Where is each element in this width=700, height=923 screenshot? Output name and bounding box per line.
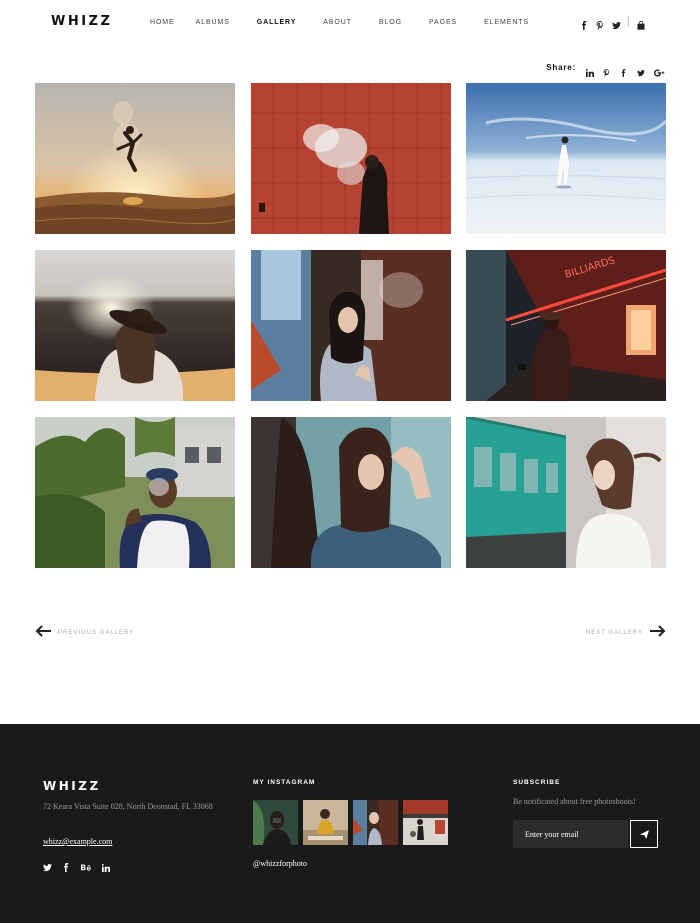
- footer-social: [43, 859, 111, 872]
- arrow-left-icon: [35, 624, 52, 642]
- salt-flat-photo[interactable]: [466, 83, 666, 234]
- shopping-bag-icon[interactable]: [637, 17, 645, 30]
- instagram-thumb[interactable]: [353, 800, 398, 845]
- next-gallery-label: NEXT GALLERY: [585, 630, 643, 636]
- nav-gallery[interactable]: GALLERY: [257, 19, 297, 26]
- share-bar: Share:: [546, 63, 665, 77]
- footer-logo[interactable]: WHIZZ: [43, 779, 101, 793]
- site-header: WHIZZ HOME ALBUMS GALLERY ABOUT BLOG PAG…: [0, 0, 700, 48]
- previous-gallery-link[interactable]: PREVIOUS GALLERY: [35, 624, 134, 642]
- header-icons: [580, 17, 645, 30]
- nav-blog[interactable]: BLOG: [379, 19, 402, 26]
- woman-brunette-photo[interactable]: [251, 417, 451, 568]
- instagram-feed: [253, 800, 448, 845]
- share-label: Share:: [546, 63, 576, 72]
- sunset-hat-photo[interactable]: [35, 250, 235, 401]
- neon-street-photo[interactable]: BILLIARDS: [466, 250, 666, 401]
- pinterest-icon[interactable]: [603, 64, 610, 77]
- linkedin-icon[interactable]: [585, 64, 594, 77]
- instagram-handle[interactable]: @whizzforphoto: [253, 859, 307, 868]
- desert-jump-photo[interactable]: [35, 83, 235, 234]
- google-plus-icon[interactable]: [654, 64, 665, 76]
- subscribe-title: SUBSCRIBE: [513, 779, 561, 786]
- behance-icon[interactable]: [81, 859, 92, 871]
- linkedin-icon[interactable]: [101, 859, 111, 872]
- twitter-icon[interactable]: [637, 64, 645, 76]
- facebook-icon[interactable]: [62, 859, 71, 872]
- footer-address: 72 Keara Vista Suite 028, North Deonstad…: [43, 802, 213, 811]
- pinterest-icon[interactable]: [596, 17, 604, 30]
- red-wall-smoke-photo[interactable]: [251, 83, 451, 234]
- twitter-icon[interactable]: [43, 859, 52, 872]
- subscribe-form: [513, 820, 658, 848]
- nav-about[interactable]: ABOUT: [323, 19, 352, 26]
- window-portrait-photo[interactable]: [251, 250, 451, 401]
- send-icon: [639, 827, 649, 842]
- nav-pages[interactable]: PAGES: [429, 19, 457, 26]
- man-smoking-photo[interactable]: [35, 417, 235, 568]
- next-gallery-link[interactable]: NEXT GALLERY: [586, 624, 666, 642]
- nav-albums[interactable]: ALBUMS: [196, 19, 230, 26]
- arrow-right-icon: [649, 624, 666, 642]
- instagram-thumb[interactable]: [253, 800, 298, 845]
- facebook-icon[interactable]: [620, 64, 627, 77]
- gallery-pager: PREVIOUS GALLERY NEXT GALLERY: [35, 624, 666, 638]
- nav-home[interactable]: HOME: [150, 19, 175, 26]
- instagram-title: MY INSTAGRAM: [253, 779, 316, 786]
- instagram-thumb[interactable]: [403, 800, 448, 845]
- twitter-icon[interactable]: [612, 17, 621, 30]
- nav-elements[interactable]: ELEMENTS: [484, 19, 529, 26]
- main-nav: HOME ALBUMS GALLERY ABOUT BLOG PAGES ELE…: [150, 19, 529, 26]
- subscribe-submit-button[interactable]: [630, 820, 658, 848]
- header-divider: [628, 17, 629, 26]
- site-footer: WHIZZ 72 Keara Vista Suite 028, North De…: [0, 724, 700, 923]
- facebook-icon[interactable]: [580, 17, 588, 30]
- previous-gallery-label: PREVIOUS GALLERY: [58, 630, 135, 636]
- subscribe-email-input[interactable]: [513, 820, 628, 848]
- subway-woman-photo[interactable]: [466, 417, 666, 568]
- footer-email-link[interactable]: whizz@example.com: [43, 837, 112, 846]
- instagram-thumb[interactable]: [303, 800, 348, 845]
- site-logo[interactable]: WHIZZ: [51, 14, 112, 29]
- subscribe-text: Be notificated about free photoshoots!: [513, 797, 636, 806]
